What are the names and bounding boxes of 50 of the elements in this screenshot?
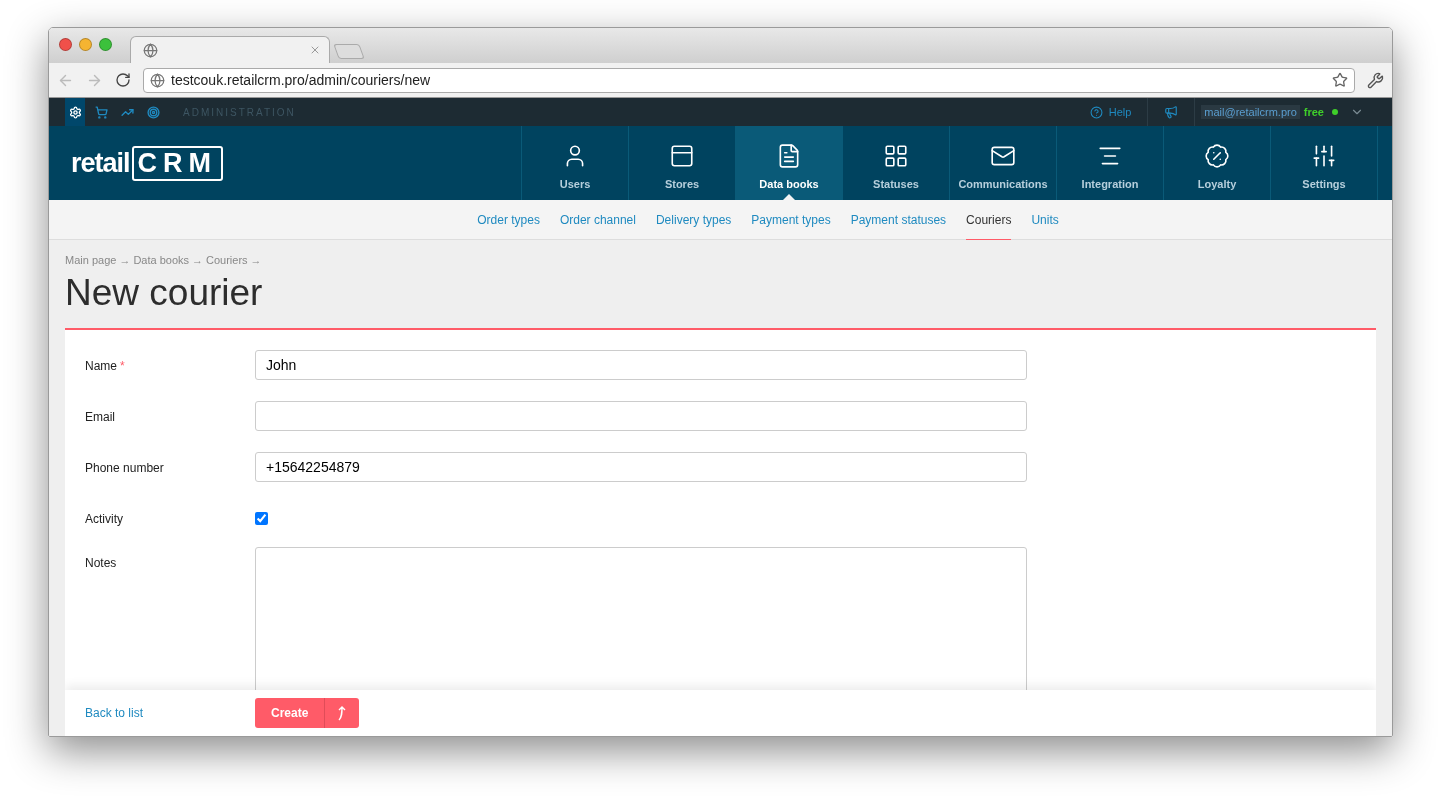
input-field[interactable]: John: [255, 350, 1027, 380]
zoom-window-icon[interactable]: [99, 38, 112, 51]
textarea-field[interactable]: [255, 547, 1027, 690]
globe-icon: [143, 42, 158, 58]
back-link[interactable]: Back to list: [85, 706, 255, 720]
logo[interactable]: retail CRM: [71, 145, 521, 181]
settings-icon: [68, 105, 82, 119]
grid-icon: [883, 143, 909, 169]
globe-icon: [150, 72, 165, 88]
subnav-tab[interactable]: Payment types: [751, 200, 831, 240]
field-label: Name *: [85, 358, 126, 373]
wrench-icon[interactable]: [1367, 71, 1384, 89]
upload-button[interactable]: [324, 698, 360, 728]
subnav-tab[interactable]: Units: [1031, 200, 1059, 240]
breadcrumb-link[interactable]: Data books: [133, 254, 190, 266]
window-icon: [669, 143, 695, 169]
browser-tab[interactable]: [130, 36, 330, 63]
percent-tag-icon: [1204, 143, 1230, 169]
target-icon: [146, 105, 160, 119]
star-icon[interactable]: [1332, 72, 1348, 88]
account-email[interactable]: mail@retailcrm.pro: [1201, 105, 1300, 119]
required-mark: *: [120, 359, 125, 373]
megaphone-icon[interactable]: [1164, 105, 1179, 119]
nav-item[interactable]: Data books: [736, 126, 843, 200]
reload-icon[interactable]: [115, 72, 131, 88]
field-label: Email: [85, 409, 116, 424]
field-label: Notes: [85, 555, 118, 570]
sliders-icon: [1311, 143, 1337, 169]
arrow-up-icon: [337, 705, 348, 721]
field-label: Activity: [85, 511, 124, 526]
cart-icon: [94, 105, 108, 119]
settings-button[interactable]: [65, 98, 85, 126]
subnav-tab[interactable]: Delivery types: [655, 200, 732, 240]
plan-label: free: [1303, 106, 1324, 118]
breadcrumb-separator: →: [192, 254, 204, 266]
breadcrumb-separator: →: [119, 254, 131, 266]
address-bar[interactable]: testcouk.retailcrm.pro/admin/couriers/new: [143, 67, 1355, 93]
input-field[interactable]: [255, 401, 1027, 431]
field-label: Phone number: [85, 460, 165, 475]
input-field[interactable]: +15642254879: [255, 452, 1027, 482]
checkbox[interactable]: [255, 512, 268, 525]
breadcrumb-separator: →: [250, 254, 262, 266]
help-icon: [1089, 105, 1103, 119]
close-icon[interactable]: [309, 44, 321, 56]
minimize-window-icon[interactable]: [79, 38, 92, 51]
close-window-icon[interactable]: [59, 38, 72, 51]
subnav-tab[interactable]: Order channel: [559, 200, 636, 240]
page-title: New courier: [65, 272, 264, 314]
subnav-tab[interactable]: Order types: [477, 200, 540, 240]
subnav-tab[interactable]: Payment statuses: [850, 200, 947, 240]
